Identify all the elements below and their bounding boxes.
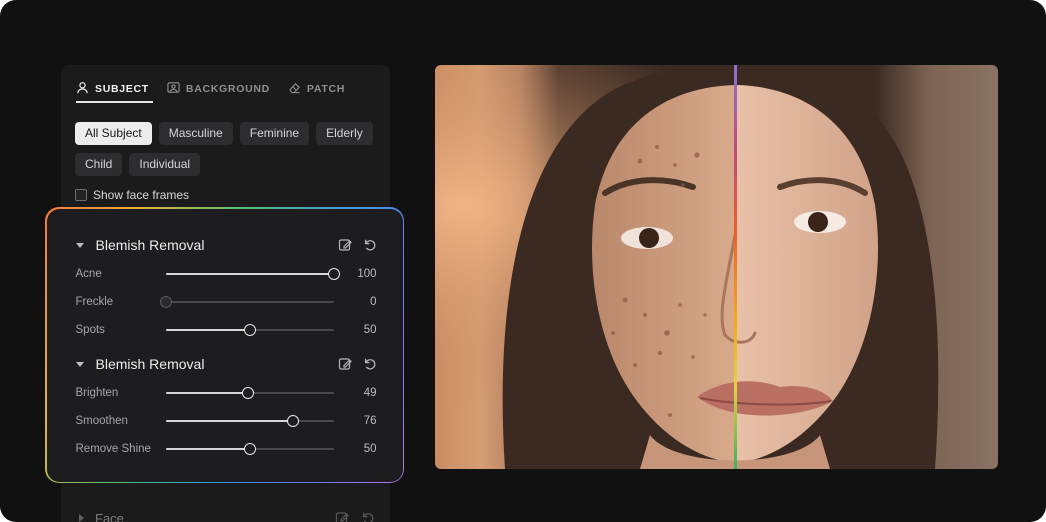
slider-thumb[interactable] <box>243 323 256 336</box>
slider-fill <box>165 391 248 394</box>
edit-icon[interactable] <box>338 238 352 252</box>
slider-fill <box>165 419 294 422</box>
tab-label: BACKGROUND <box>185 83 270 95</box>
reset-icon[interactable] <box>361 511 375 522</box>
section-header-blemish-2[interactable]: Blemish Removal <box>75 354 377 374</box>
tab-patch[interactable]: PATCH <box>288 77 347 101</box>
slider-track[interactable] <box>165 323 334 336</box>
slider-value: 50 <box>363 442 377 455</box>
app-frame: SUBJECT BACKGROUND PATCH All Subject Mas… <box>0 0 1046 522</box>
chip-feminine[interactable]: Feminine <box>239 122 310 145</box>
section-title: Blemish Removal <box>95 236 205 253</box>
eraser-icon <box>288 81 301 97</box>
slider-value: 0 <box>370 295 377 308</box>
slider-fill <box>165 447 250 450</box>
tab-label: PATCH <box>306 83 346 95</box>
active-tab-indicator <box>76 101 153 103</box>
slider-thumb[interactable] <box>243 442 256 455</box>
chevron-down-icon <box>75 242 84 248</box>
slider-track[interactable] <box>165 414 334 427</box>
slider-freckle: Freckle 0 <box>76 294 377 310</box>
reset-icon[interactable] <box>363 357 377 371</box>
slider-brighten: Brighten 49 <box>76 385 377 401</box>
image-icon <box>167 81 180 97</box>
tab-subject[interactable]: SUBJECT <box>76 77 151 101</box>
before-after-divider[interactable] <box>734 65 737 469</box>
slider-value: 50 <box>363 323 377 336</box>
slider-fill <box>165 272 334 275</box>
slider-value: 76 <box>363 414 377 427</box>
section-header-blemish-1[interactable]: Blemish Removal <box>75 235 377 255</box>
reset-icon[interactable] <box>363 238 377 252</box>
slider-fill <box>165 328 250 331</box>
chip-individual[interactable]: Individual <box>129 153 201 176</box>
chip-all-subject[interactable]: All Subject <box>75 122 152 145</box>
active-adjustment-card: Blemish Removal Acne 100 Freckle 0 Spots… <box>45 207 404 483</box>
slider-label: Acne <box>75 267 102 280</box>
slider-smoothen: Smoothen 76 <box>76 413 377 429</box>
slider-thumb[interactable] <box>327 267 340 280</box>
edit-icon[interactable] <box>338 357 352 371</box>
slider-label: Brighten <box>75 386 119 399</box>
section-title: Blemish Removal <box>95 355 205 372</box>
edit-icon[interactable] <box>335 511 349 522</box>
tab-background[interactable]: BACKGROUND <box>167 77 272 101</box>
chip-child[interactable]: Child <box>75 153 123 176</box>
portrait-illustration <box>435 65 998 469</box>
panel-tabs: SUBJECT BACKGROUND PATCH <box>76 77 347 101</box>
slider-thumb[interactable] <box>241 386 254 399</box>
slider-track[interactable] <box>165 386 334 399</box>
show-face-frames-label: Show face frames <box>93 188 190 202</box>
subject-filter-chips: All Subject Masculine Feminine Elderly C… <box>75 122 385 176</box>
slider-value: 100 <box>357 267 377 280</box>
slider-track[interactable] <box>165 267 340 280</box>
chevron-right-icon <box>79 514 84 522</box>
slider-track[interactable] <box>159 295 334 308</box>
show-face-frames-checkbox[interactable] <box>75 189 87 201</box>
chevron-down-icon <box>75 361 84 367</box>
slider-remove-shine: Remove Shine 50 <box>76 441 377 457</box>
slider-label: Spots <box>75 323 105 336</box>
slider-spots: Spots 50 <box>76 322 377 338</box>
slider-value: 49 <box>363 386 377 399</box>
section-face-collapsed[interactable]: Face <box>75 508 375 522</box>
slider-acne: Acne 100 <box>76 266 377 282</box>
slider-label: Smoothen <box>75 414 128 427</box>
slider-thumb[interactable] <box>287 414 300 427</box>
tab-label: SUBJECT <box>95 83 149 95</box>
slider-thumb[interactable] <box>159 295 172 308</box>
slider-track[interactable] <box>165 442 334 455</box>
person-icon <box>76 81 89 97</box>
photo-preview[interactable] <box>435 65 998 469</box>
chip-masculine[interactable]: Masculine <box>158 122 233 145</box>
adjustment-card-body: Blemish Removal Acne 100 Freckle 0 Spots… <box>46 208 403 482</box>
show-face-frames-row[interactable]: Show face frames <box>75 188 189 202</box>
section-title: Face <box>95 510 124 522</box>
slider-label: Remove Shine <box>75 442 151 455</box>
slider-label: Freckle <box>75 295 114 308</box>
chip-elderly[interactable]: Elderly <box>316 122 373 145</box>
